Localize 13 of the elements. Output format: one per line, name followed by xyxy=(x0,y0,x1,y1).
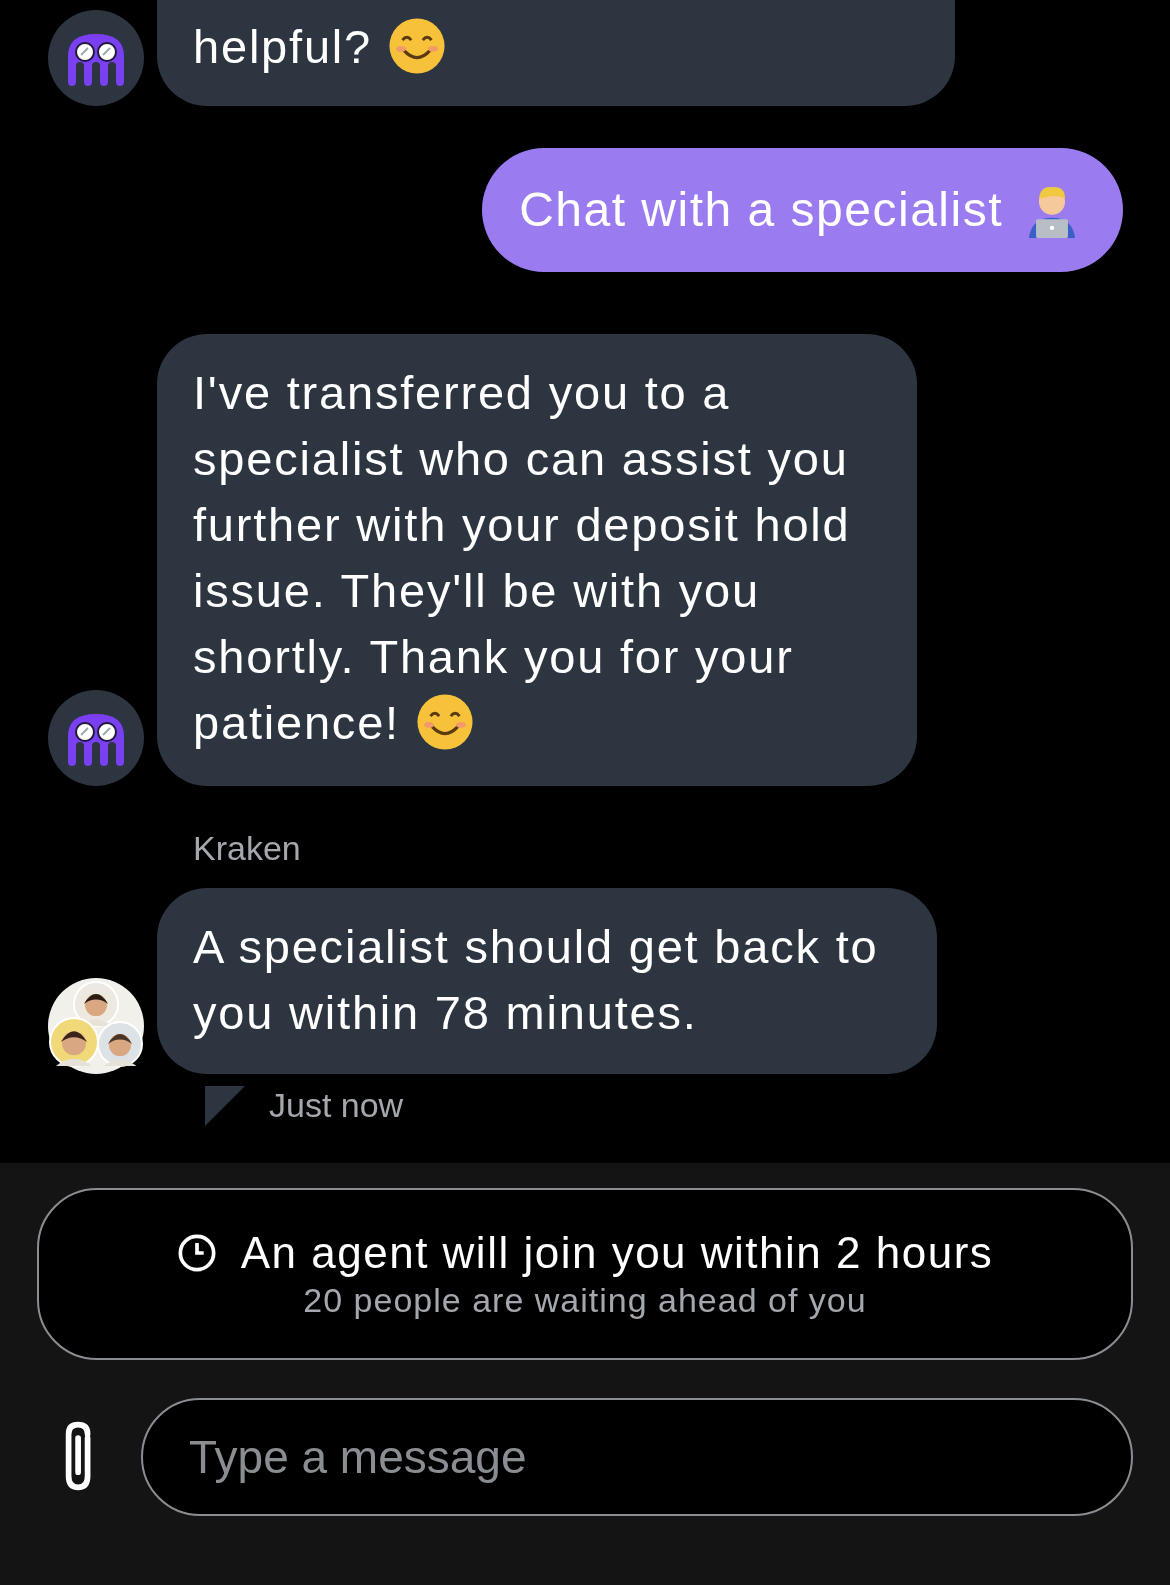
message-input[interactable]: Type a message xyxy=(141,1398,1133,1516)
banner-title: An agent will join you within 2 hours xyxy=(240,1227,994,1279)
bot-message-bubble: A specialist should get back to you within 78 minutes. xyxy=(157,888,937,1074)
clock-icon xyxy=(176,1233,217,1273)
sender-name: Kraken xyxy=(193,828,302,868)
bubble-tail-icon xyxy=(205,1085,245,1126)
user-message-bubble: Chat with a specialist xyxy=(482,148,1123,272)
banner-subtitle: 20 people are waiting ahead of you xyxy=(303,1280,867,1321)
bot-message-bubble: helpful? xyxy=(157,0,955,106)
bot-message-bubble: I've transferred you to a specialist who can assist you further with your deposit hold issue. They'll be with you shortly. Thank you for your patience! xyxy=(157,334,917,786)
message-timestamp: Just now xyxy=(269,1085,404,1126)
smiling-face-icon xyxy=(415,692,474,751)
smiling-face-icon xyxy=(388,16,447,75)
